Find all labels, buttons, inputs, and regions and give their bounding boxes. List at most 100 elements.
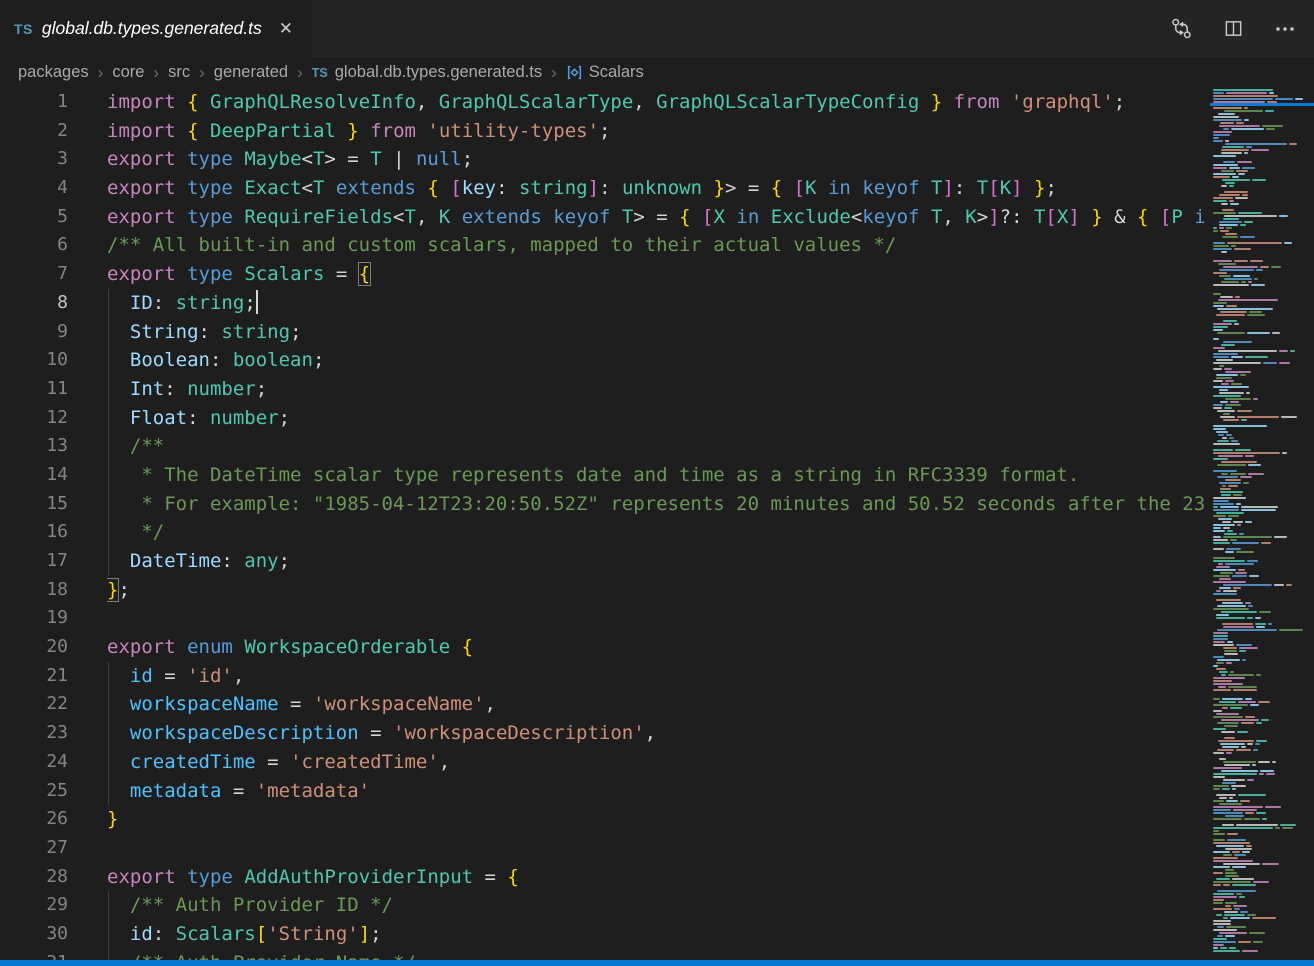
code-token: } [107,579,118,601]
code-line[interactable]: } [107,805,1205,834]
code-line[interactable]: id: Scalars['String']; [107,920,1205,949]
code-line[interactable]: * For example: "1985-04-12T23:20:50.52Z"… [107,490,1205,519]
line-number[interactable]: 11 [0,375,68,404]
code-line[interactable]: ID: string; [107,289,1205,318]
breadcrumb-item-core[interactable]: core [112,63,144,82]
code-area[interactable]: import { GraphQLResolveInfo, GraphQLScal… [107,88,1205,960]
line-number[interactable]: 24 [0,748,68,777]
code-token: X [714,206,725,228]
line-number[interactable]: 10 [0,346,68,375]
code-token: , [416,206,439,228]
code-token [233,148,244,170]
line-number[interactable]: 21 [0,662,68,691]
code-token: 'metadata' [256,780,370,802]
code-token: GraphQLResolveInfo [210,91,416,113]
line-number[interactable]: 20 [0,633,68,662]
line-number[interactable]: 30 [0,920,68,949]
code-token: extends [336,177,416,199]
breadcrumb-item-global-db-types-generated-ts[interactable]: TSglobal.db.types.generated.ts [312,63,542,82]
code-line[interactable]: }; [107,576,1205,605]
code-token [759,206,770,228]
code-line[interactable]: metadata = 'metadata' [107,777,1205,806]
code-line[interactable]: Boolean: boolean; [107,346,1205,375]
line-number[interactable]: 18 [0,576,68,605]
code-line[interactable] [107,834,1205,863]
code-line[interactable]: * The DateTime scalar type represents da… [107,461,1205,490]
line-number[interactable]: 13 [0,432,68,461]
bottom-accent-bar [0,960,1314,966]
code-line[interactable]: import { DeepPartial } from 'utility-typ… [107,117,1205,146]
line-number[interactable]: 16 [0,518,68,547]
line-number[interactable]: 14 [0,461,68,490]
line-number[interactable]: 1 [0,88,68,117]
chevron-right-icon: › [199,63,205,83]
code-token: } [107,808,118,830]
breadcrumb-item-packages[interactable]: packages [18,63,89,82]
code-line[interactable]: Int: number; [107,375,1205,404]
line-number[interactable]: 5 [0,203,68,232]
line-number[interactable]: 3 [0,145,68,174]
code-line[interactable]: */ [107,518,1205,547]
code-line[interactable]: /** All built-in and custom scalars, map… [107,231,1205,260]
code-line[interactable]: workspaceName = 'workspaceName', [107,690,1205,719]
minimap[interactable] [1210,88,1314,960]
line-number[interactable]: 22 [0,690,68,719]
code-line[interactable]: export type AddAuthProviderInput = { [107,863,1205,892]
line-number[interactable]: 7 [0,260,68,289]
breadcrumb-item-scalars[interactable]: Scalars [566,63,644,82]
line-number[interactable]: 25 [0,777,68,806]
code-token: */ [107,521,164,543]
code-token: ; [256,378,267,400]
code-line[interactable]: id = 'id', [107,662,1205,691]
line-number[interactable]: 6 [0,231,68,260]
code-line[interactable]: createdTime = 'createdTime', [107,748,1205,777]
code-line[interactable] [107,604,1205,633]
code-line[interactable]: export type RequireFields<T, K extends k… [107,203,1205,232]
breadcrumb-item-generated[interactable]: generated [214,63,288,82]
code-token [817,177,828,199]
line-number-gutter[interactable]: 1234567891011121314151617181920212223242… [0,88,68,960]
code-token: & [1103,206,1137,228]
code-line[interactable]: /** [107,432,1205,461]
code-token [359,120,370,142]
line-number[interactable]: 29 [0,891,68,920]
code-token: [ [450,177,461,199]
tab-global-db-types-generated-ts[interactable]: TS global.db.types.generated.ts ✕ [0,0,312,57]
code-line[interactable]: Float: number; [107,404,1205,433]
code-line[interactable]: export type Maybe<T> = T | null; [107,145,1205,174]
line-number[interactable]: 23 [0,719,68,748]
line-number[interactable]: 28 [0,863,68,892]
line-number[interactable]: 2 [0,117,68,146]
code-line[interactable]: export type Exact<T extends { [key: stri… [107,174,1205,203]
code-token: [ [1160,206,1171,228]
code-token: createdTime [130,751,256,773]
line-number[interactable]: 31 [0,949,68,960]
code-line[interactable]: import { GraphQLResolveInfo, GraphQLScal… [107,88,1205,117]
code-line[interactable]: DateTime: any; [107,547,1205,576]
code-token: = [279,693,313,715]
line-number[interactable]: 26 [0,805,68,834]
line-number[interactable]: 19 [0,604,68,633]
code-token: [ [988,177,999,199]
line-number[interactable]: 27 [0,834,68,863]
line-number[interactable]: 4 [0,174,68,203]
code-line[interactable]: workspaceDescription = 'workspaceDescrip… [107,719,1205,748]
close-tab-icon[interactable]: ✕ [276,18,296,39]
line-number[interactable]: 9 [0,318,68,347]
open-changes-icon[interactable] [1168,16,1194,42]
code-line[interactable]: String: string; [107,318,1205,347]
breadcrumb-item-src[interactable]: src [168,63,190,82]
code-token: { [187,91,198,113]
line-number[interactable]: 17 [0,547,68,576]
code-line[interactable]: export type Scalars = { [107,260,1205,289]
code-token: : [210,349,233,371]
code-line[interactable]: /** Auth Provider ID */ [107,891,1205,920]
code-line[interactable]: export enum WorkspaceOrderable { [107,633,1205,662]
split-editor-icon[interactable] [1220,16,1246,42]
line-number[interactable]: 15 [0,490,68,519]
line-number[interactable]: 8 [0,289,68,318]
line-number[interactable]: 12 [0,404,68,433]
code-token: , [645,722,656,744]
code-line[interactable]: /** Auth Provider Name */ [107,949,1205,960]
more-actions-icon[interactable] [1272,16,1298,42]
